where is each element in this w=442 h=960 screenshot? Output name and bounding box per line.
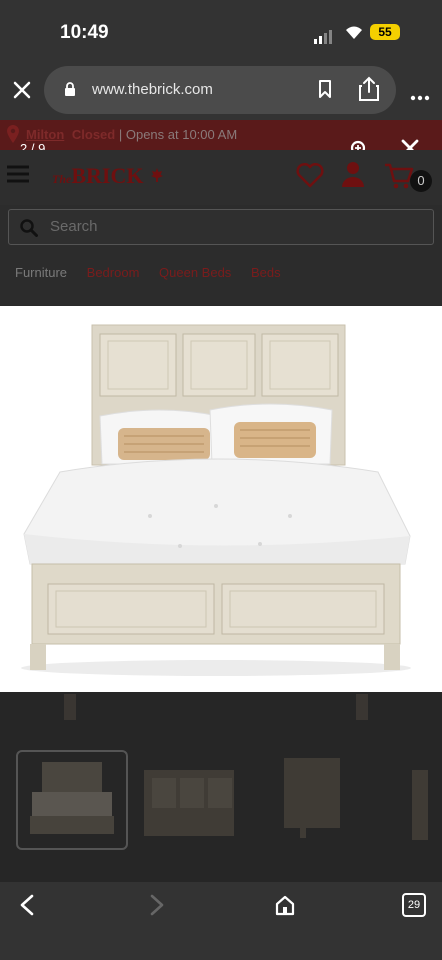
url-text[interactable]: www.thebrick.com xyxy=(92,81,213,98)
thumbnail-3[interactable] xyxy=(282,752,342,848)
wishlist-heart-icon[interactable] xyxy=(296,162,324,193)
tabs-count-button[interactable]: 29 xyxy=(402,893,426,917)
close-icon[interactable] xyxy=(10,78,34,102)
forward-arrow-icon[interactable] xyxy=(146,894,166,921)
cart-count-badge: 0 xyxy=(410,170,432,192)
signal-icon xyxy=(314,26,334,44)
account-icon[interactable] xyxy=(340,160,366,193)
maple-leaf-icon xyxy=(150,168,163,182)
breadcrumb-item-beds[interactable]: Beds xyxy=(251,265,281,280)
wifi-icon xyxy=(344,24,364,45)
more-options-icon[interactable] xyxy=(410,88,430,106)
store-hours: | Opens at 10:00 AM xyxy=(118,127,238,142)
thumbnail-1[interactable] xyxy=(16,750,128,850)
breadcrumb-item-queen-beds[interactable]: Queen Beds xyxy=(159,265,231,280)
store-status: Closed xyxy=(71,127,116,142)
product-image[interactable] xyxy=(0,306,442,692)
logo-name: BRICK xyxy=(71,163,144,188)
location-pin-icon xyxy=(6,124,20,149)
hamburger-menu-icon[interactable] xyxy=(6,164,30,189)
store-info: Milton Closed | Opens at 10:00 AM xyxy=(26,127,237,142)
lock-icon xyxy=(64,82,76,102)
breadcrumb-item-furniture[interactable]: Furniture xyxy=(15,265,67,280)
battery-indicator: 55 xyxy=(370,24,400,40)
bookmark-icon[interactable] xyxy=(318,80,332,103)
browser-bottom-bar xyxy=(0,882,442,960)
home-icon[interactable] xyxy=(274,894,296,921)
breadcrumb: Furniture Bedroom Queen Beds Beds xyxy=(15,265,297,280)
thumbnail-4[interactable] xyxy=(410,752,430,848)
breadcrumb-item-bedroom[interactable]: Bedroom xyxy=(87,265,140,280)
store-name-link[interactable]: Milton xyxy=(26,127,64,142)
search-icon xyxy=(20,219,38,242)
logo-prefix: The xyxy=(52,172,72,186)
brand-logo[interactable]: TheBRICK xyxy=(52,163,165,189)
search-placeholder: Search xyxy=(50,218,98,235)
share-icon[interactable] xyxy=(358,76,380,107)
thumbnail-2[interactable] xyxy=(142,752,240,848)
clock: 10:49 xyxy=(60,22,109,43)
back-arrow-icon[interactable] xyxy=(18,894,38,921)
